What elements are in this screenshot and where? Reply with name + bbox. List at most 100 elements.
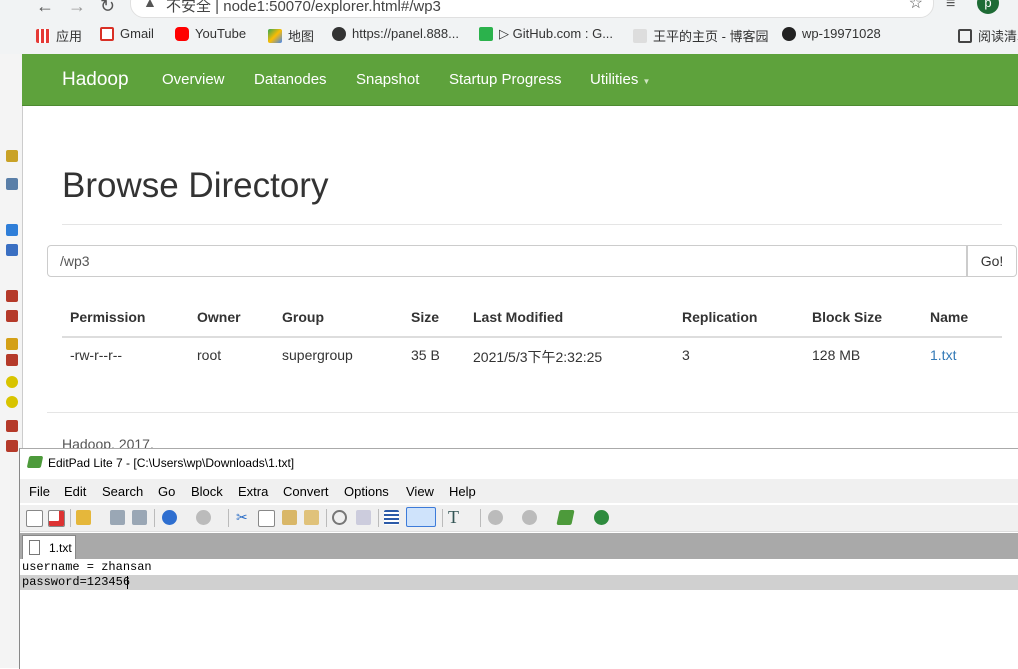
menu-block[interactable]: Block <box>191 484 223 499</box>
column-header[interactable]: Block Size <box>812 309 882 325</box>
toolbar-separator <box>70 509 71 527</box>
archive-icon <box>6 440 18 452</box>
bookmark-youtube[interactable]: YouTube <box>175 26 246 41</box>
cnblogs-icon <box>633 28 647 43</box>
open-file-icon[interactable] <box>76 510 91 525</box>
address-bar[interactable]: ▲ 不安全 | node1:50070/explorer.html#/wp3 ☆ <box>130 0 934 18</box>
back-icon[interactable]: ← <box>36 0 54 17</box>
menu-file[interactable]: File <box>29 484 50 499</box>
menu-view[interactable]: View <box>406 484 434 499</box>
save-all-icon[interactable] <box>132 510 147 525</box>
archive-icon <box>6 290 18 302</box>
nav-startup-progress[interactable]: Startup Progress <box>449 71 562 88</box>
feedly-icon <box>479 27 493 41</box>
paste-icon[interactable] <box>282 510 297 525</box>
browser-chrome: ← → ↻ ▲ 不安全 | node1:50070/explorer.html#… <box>0 0 1018 55</box>
column-header[interactable]: Group <box>282 309 324 325</box>
navbar-brand[interactable]: Hadoop <box>62 69 129 91</box>
word-wrap-toggle[interactable] <box>406 507 436 527</box>
youtube-icon <box>175 26 189 41</box>
caret-down-icon: ▼ <box>642 77 651 86</box>
reload-icon[interactable]: ↻ <box>100 0 115 17</box>
copy-icon[interactable] <box>258 510 275 527</box>
nav-utilities[interactable]: Utilities ▼ <box>590 71 650 88</box>
file-name-link[interactable]: 1.txt <box>930 347 956 363</box>
search-icon[interactable] <box>332 510 347 525</box>
maps-icon <box>268 28 282 43</box>
save-icon[interactable] <box>110 510 125 525</box>
menu-edit[interactable]: Edit <box>64 484 86 499</box>
redo-icon[interactable] <box>196 510 211 525</box>
editpad-window: EditPad Lite 7 - [C:\Users\wp\Downloads\… <box>19 448 1018 669</box>
editpad-app-icon <box>26 456 44 468</box>
editpad-titlebar[interactable]: EditPad Lite 7 - [C:\Users\wp\Downloads\… <box>20 449 1018 477</box>
nav-snapshot[interactable]: Snapshot <box>356 71 419 88</box>
nav-datanodes[interactable]: Datanodes <box>254 71 327 88</box>
folder-icon <box>6 338 18 350</box>
toolbar-separator <box>480 509 481 527</box>
nav-overview[interactable]: Overview <box>162 71 225 88</box>
bookmark-panel[interactable]: https://panel.888... <box>332 26 459 41</box>
cut-icon[interactable]: ✂ <box>236 510 251 525</box>
bookmark-github-mirror[interactable]: ▷ GitHub.com : G... <box>479 26 613 42</box>
toolbar-separator <box>442 509 443 527</box>
document-icon <box>29 540 40 555</box>
menu-go[interactable]: Go <box>158 484 175 499</box>
column-header[interactable]: Permission <box>70 309 145 325</box>
tab-1-txt[interactable]: 1.txt <box>22 535 76 559</box>
menu-extra[interactable]: Extra <box>238 484 268 499</box>
text-editor-area[interactable]: username = zhansan password=123456 <box>20 560 1018 669</box>
editpad-menubar: File Edit Search Go Block Extra Convert … <box>20 479 1018 503</box>
star-icon[interactable]: ☆ <box>909 0 923 13</box>
column-header[interactable]: Size <box>411 309 439 325</box>
editpad-toolbar: ✂ T <box>20 505 1018 532</box>
editpad-tabbar: 1.txt <box>20 533 1018 559</box>
cell-last-modified: 2021/5/3下午2:32:25 <box>473 349 603 365</box>
close-file-icon[interactable] <box>48 510 65 527</box>
text-line: username = zhansan <box>22 560 152 574</box>
go-button[interactable]: Go! <box>967 245 1017 277</box>
menu-help[interactable]: Help <box>449 484 476 499</box>
reading-list[interactable]: 阅读清单 <box>958 26 1018 45</box>
notepad-icon <box>6 150 18 162</box>
share-icon <box>6 178 18 190</box>
bookmark-maps[interactable]: 地图 <box>268 26 314 45</box>
column-header[interactable]: Last Modified <box>473 309 563 325</box>
bookmarks-bar: 应用 Gmail YouTube 地图 https://panel.888...… <box>0 22 1018 48</box>
footer-divider <box>47 412 1018 413</box>
clipboard-icon[interactable] <box>304 510 319 525</box>
add-icon <box>6 396 18 408</box>
bookmark-apps[interactable]: 应用 <box>36 26 82 45</box>
column-header[interactable]: Name <box>930 309 968 325</box>
menu-search[interactable]: Search <box>102 484 143 499</box>
web-icon[interactable] <box>594 510 609 525</box>
forward-icon[interactable] <box>522 510 537 525</box>
editpad-icon[interactable] <box>556 510 575 525</box>
new-file-icon[interactable] <box>26 510 43 527</box>
directory-path-input[interactable] <box>47 245 967 277</box>
bookmark-gmail[interactable]: Gmail <box>100 26 154 41</box>
column-header[interactable]: Owner <box>197 309 241 325</box>
profile-avatar[interactable]: p <box>977 0 999 14</box>
bookmark-cnblogs[interactable]: 王平的主页 - 博客园 <box>633 26 769 45</box>
undo-icon[interactable] <box>162 510 177 525</box>
cell-group: supergroup <box>282 347 353 363</box>
back-icon[interactable] <box>488 510 503 525</box>
table-header-divider <box>62 336 1002 338</box>
column-header[interactable]: Replication <box>682 309 757 325</box>
menu-convert[interactable]: Convert <box>283 484 329 499</box>
replace-icon[interactable] <box>356 510 371 525</box>
archive-icon <box>6 310 18 322</box>
reading-list-icon <box>958 28 972 43</box>
toolbar-separator <box>228 509 229 527</box>
indent-icon[interactable] <box>384 510 399 525</box>
bookmark-github-user[interactable]: wp-19971028 <box>782 26 881 41</box>
cloud-icon <box>6 224 18 236</box>
forward-icon[interactable]: → <box>68 0 86 17</box>
media-icon[interactable]: ≡ <box>946 0 955 13</box>
cell-permission: -rw-r--r-- <box>70 347 123 363</box>
cell-block-size: 128 MB <box>812 347 861 363</box>
menu-options[interactable]: Options <box>344 484 389 499</box>
font-icon[interactable]: T <box>448 508 463 526</box>
warning-icon: ▲ <box>143 0 157 10</box>
